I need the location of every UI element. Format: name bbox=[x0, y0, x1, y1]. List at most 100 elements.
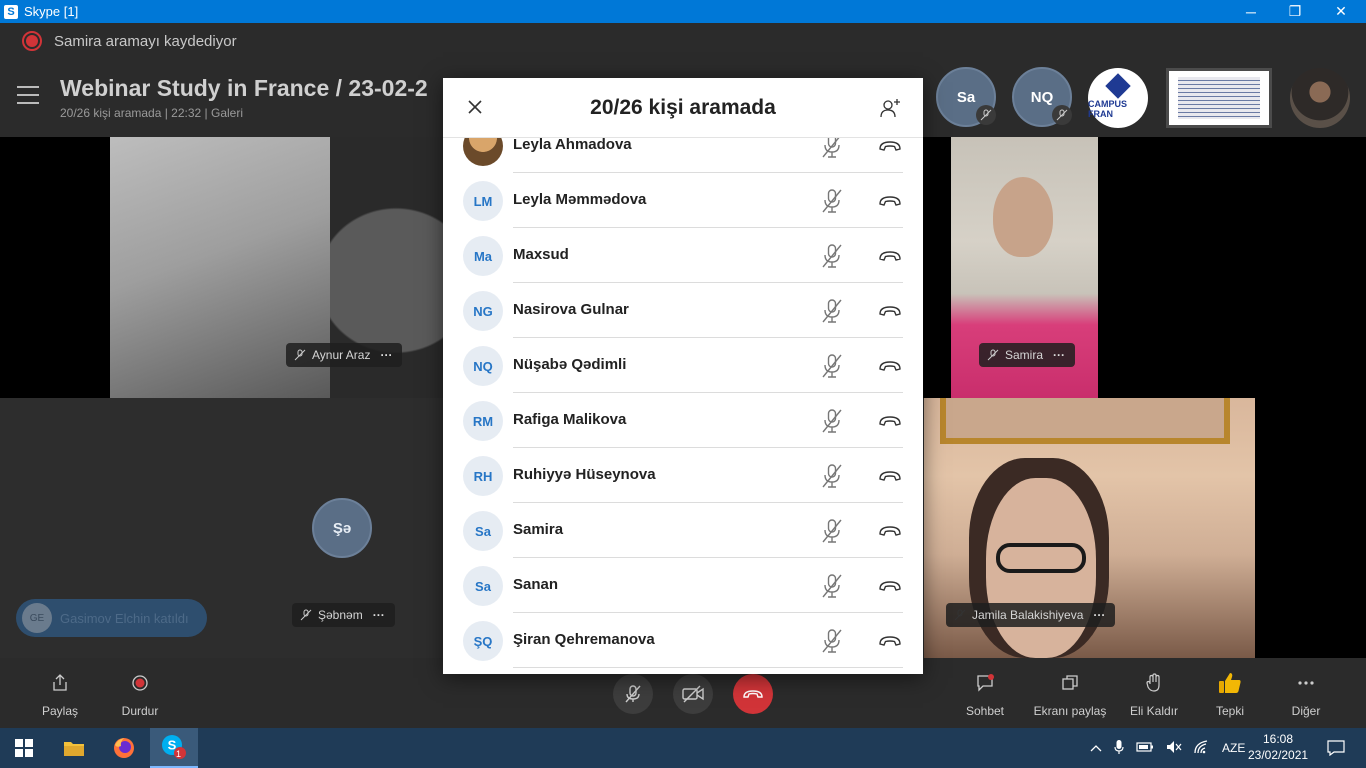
participant-name-pill[interactable]: Samira ··· bbox=[979, 343, 1076, 367]
raise-hand-button[interactable]: Eli Kaldır bbox=[1114, 670, 1194, 718]
more-icon bbox=[1297, 670, 1315, 696]
more-options-icon[interactable]: ··· bbox=[380, 348, 392, 362]
chat-button[interactable]: Sohbet bbox=[945, 670, 1025, 718]
participant-avatar bbox=[463, 138, 503, 166]
participant-avatar: NG bbox=[463, 291, 503, 331]
video-tile-jamila[interactable]: Jamila Balakishiyeva ··· bbox=[924, 398, 1255, 658]
mic-muted-icon bbox=[954, 609, 966, 621]
participant-avatar-sebnem[interactable]: Şə bbox=[312, 498, 372, 558]
more-options-icon[interactable]: ··· bbox=[1053, 348, 1065, 362]
mute-participant-icon[interactable] bbox=[819, 408, 845, 434]
stop-recording-button[interactable]: Durdur bbox=[100, 670, 180, 718]
header-participant-avatar[interactable]: NQ bbox=[1012, 67, 1072, 127]
join-notification[interactable]: GE Gasimov Elchin katıldı bbox=[16, 599, 207, 637]
add-participant-icon[interactable] bbox=[877, 95, 903, 121]
wifi-icon[interactable] bbox=[1194, 739, 1210, 757]
video-tile-samira[interactable]: Samira ··· bbox=[951, 137, 1098, 398]
mute-participant-icon[interactable] bbox=[819, 243, 845, 269]
video-toggle-button[interactable] bbox=[673, 674, 713, 714]
participant-avatar: RM bbox=[463, 401, 503, 441]
hand-icon bbox=[1146, 670, 1162, 696]
remove-participant-icon[interactable] bbox=[877, 138, 903, 156]
participant-name: Şəbnəm bbox=[318, 608, 363, 622]
recording-bar: Samira aramayı kaydediyor bbox=[0, 23, 1366, 59]
participant-row[interactable]: NG Nasirova Gulnar bbox=[443, 283, 923, 338]
header-participant-avatar[interactable]: Sa bbox=[936, 67, 996, 127]
participant-name-pill[interactable]: Jamila Balakishiyeva ··· bbox=[946, 603, 1116, 627]
participant-row[interactable]: ŞQ Şiran Qehremanova bbox=[443, 613, 923, 668]
mute-participant-icon[interactable] bbox=[819, 463, 845, 489]
participant-row[interactable]: Sa Samira bbox=[443, 503, 923, 558]
chevron-up-icon[interactable] bbox=[1090, 741, 1102, 755]
mute-participant-icon[interactable] bbox=[819, 138, 845, 159]
video-tile-aynur[interactable]: Aynur Araz ··· bbox=[110, 137, 443, 398]
participant-name-pill[interactable]: Aynur Araz ··· bbox=[286, 343, 403, 367]
volume-muted-icon[interactable] bbox=[1166, 740, 1182, 757]
participant-name: Nüşabə Qədimli bbox=[513, 356, 627, 373]
restore-button[interactable]: ❐ bbox=[1272, 0, 1318, 23]
mic-toggle-button[interactable] bbox=[613, 674, 653, 714]
windows-taskbar: S 1 AZE 16:08 23/02/2021 bbox=[0, 728, 1366, 768]
title-bar: S Skype [1] ─ ❐ ✕ bbox=[0, 0, 1366, 23]
row-divider bbox=[513, 667, 903, 668]
remove-participant-icon[interactable] bbox=[877, 466, 903, 486]
participant-name-pill[interactable]: Şəbnəm ··· bbox=[292, 603, 395, 627]
remove-participant-icon[interactable] bbox=[877, 631, 903, 651]
screen-share-button[interactable]: Ekranı paylaş bbox=[1030, 670, 1110, 718]
participant-row[interactable]: Ma Maxsud bbox=[443, 228, 923, 283]
close-window-button[interactable]: ✕ bbox=[1318, 0, 1364, 23]
skype-taskbar-icon[interactable]: S 1 bbox=[150, 728, 198, 768]
remove-participant-icon[interactable] bbox=[877, 576, 903, 596]
participant-row[interactable]: RH Ruhiyyə Hüseynova bbox=[443, 448, 923, 503]
more-options-icon[interactable]: ··· bbox=[373, 608, 385, 622]
windows-start-icon[interactable] bbox=[0, 728, 48, 768]
participant-photo-avatar[interactable] bbox=[1290, 68, 1350, 128]
participant-row[interactable]: Leyla Ahmadova bbox=[443, 138, 923, 173]
file-explorer-icon[interactable] bbox=[50, 728, 98, 768]
participants-dialog-title: 20/26 kişi aramada bbox=[590, 96, 776, 119]
participant-row[interactable]: NQ Nüşabə Qədimli bbox=[443, 338, 923, 393]
participants-list: Leyla Ahmadova LM Leyla Məmmədova Ma Maxsud N… bbox=[443, 138, 923, 674]
notifications-icon[interactable] bbox=[1312, 728, 1360, 768]
mic-muted-icon bbox=[976, 105, 996, 125]
participant-row[interactable]: LM Leyla Məmmədova bbox=[443, 173, 923, 228]
taskbar-clock[interactable]: 16:08 23/02/2021 bbox=[1248, 731, 1308, 763]
shared-screen-thumbnail[interactable] bbox=[1166, 68, 1272, 128]
mute-participant-icon[interactable] bbox=[819, 573, 845, 599]
participant-name: Samira bbox=[1005, 348, 1044, 362]
participant-name: Şiran Qehremanova bbox=[513, 631, 655, 648]
participant-row[interactable]: RM Rafiga Malikova bbox=[443, 393, 923, 448]
firefox-icon[interactable] bbox=[100, 728, 148, 768]
battery-icon[interactable] bbox=[1136, 741, 1154, 756]
share-button[interactable]: Paylaş bbox=[20, 670, 100, 718]
screen-share-icon bbox=[1061, 670, 1079, 696]
mute-participant-icon[interactable] bbox=[819, 353, 845, 379]
participant-avatar: Sa bbox=[463, 566, 503, 606]
participants-dialog-header: 20/26 kişi aramada bbox=[443, 78, 923, 138]
language-indicator[interactable]: AZE bbox=[1222, 741, 1245, 755]
end-call-button[interactable] bbox=[733, 674, 773, 714]
remove-participant-icon[interactable] bbox=[877, 246, 903, 266]
remove-participant-icon[interactable] bbox=[877, 411, 903, 431]
avatar-initials: Sa bbox=[956, 88, 976, 106]
mute-participant-icon[interactable] bbox=[819, 628, 845, 654]
remove-participant-icon[interactable] bbox=[877, 301, 903, 321]
minimize-button[interactable]: ─ bbox=[1228, 0, 1274, 23]
remove-participant-icon[interactable] bbox=[877, 521, 903, 541]
react-button[interactable]: Tepki bbox=[1190, 670, 1270, 718]
mute-participant-icon[interactable] bbox=[819, 188, 845, 214]
participant-avatar: Sa bbox=[463, 511, 503, 551]
menu-icon[interactable] bbox=[17, 86, 39, 104]
clock-time: 16:08 bbox=[1262, 732, 1294, 746]
mic-muted-icon bbox=[1052, 105, 1072, 125]
skype-app-icon: S bbox=[4, 4, 18, 19]
microphone-icon[interactable] bbox=[1114, 739, 1124, 758]
more-options-icon[interactable]: ··· bbox=[1093, 608, 1105, 622]
more-button[interactable]: Diğer bbox=[1266, 670, 1346, 718]
mute-participant-icon[interactable] bbox=[819, 298, 845, 324]
remove-participant-icon[interactable] bbox=[877, 191, 903, 211]
campus-france-logo[interactable]: CAMPUS FRAN bbox=[1088, 68, 1148, 128]
participant-row[interactable]: Sa Sanan bbox=[443, 558, 923, 613]
remove-participant-icon[interactable] bbox=[877, 356, 903, 376]
mute-participant-icon[interactable] bbox=[819, 518, 845, 544]
